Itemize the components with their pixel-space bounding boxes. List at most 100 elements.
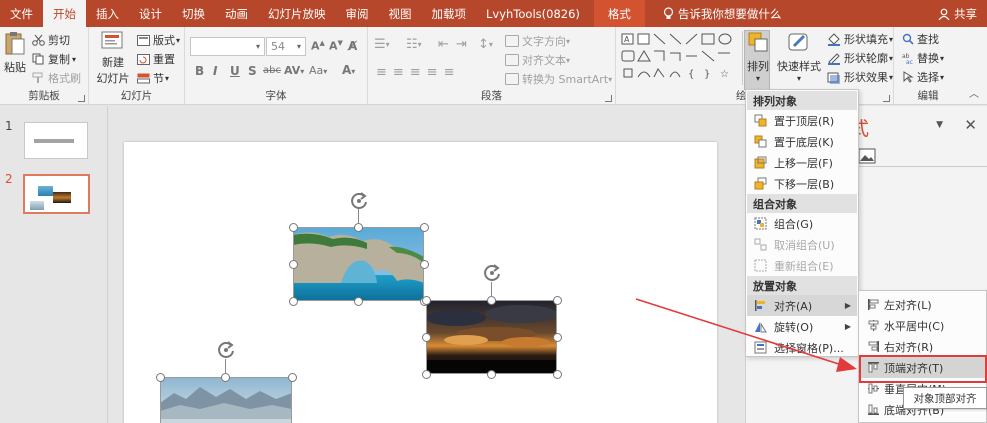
menu-item-bring-forward[interactable]: 上移一层(F) xyxy=(747,152,857,173)
reset-button[interactable]: 重置 xyxy=(137,51,175,67)
line-spacing-button[interactable]: ↕ ▾ xyxy=(478,37,493,52)
arrange-button[interactable]: 排列 ▾ xyxy=(746,31,770,83)
menu-item-ungroup[interactable]: 取消组合(U) xyxy=(747,234,857,255)
font-name-combo[interactable]: ▾ xyxy=(190,37,265,56)
strikethrough-button[interactable]: abc xyxy=(263,65,281,76)
replace-button[interactable]: ab ac 替换 ▾ xyxy=(902,50,944,66)
paragraph-align-buttons[interactable]: ≡≡≡≡≡ xyxy=(376,65,460,80)
tab-addins[interactable]: 加载项 xyxy=(422,0,477,27)
menu-item-regroup[interactable]: 重新组合(E) xyxy=(747,255,857,276)
tab-design[interactable]: 设计 xyxy=(129,0,172,27)
resize-handle[interactable] xyxy=(420,223,429,232)
shapes-gallery[interactable]: A {} ☆ xyxy=(620,31,740,85)
tab-file[interactable]: 文件 xyxy=(0,0,43,27)
tab-animations[interactable]: 动画 xyxy=(215,0,258,27)
align-text-button[interactable]: 对齐文本 ▾ xyxy=(505,52,570,68)
resize-handle[interactable] xyxy=(553,370,562,379)
shape-effects-button[interactable]: 形状效果 ▾ xyxy=(827,69,893,85)
underline-button[interactable]: U xyxy=(230,64,240,78)
tab-review[interactable]: 审阅 xyxy=(336,0,379,27)
slide-thumbnail-2[interactable] xyxy=(23,174,90,214)
resize-handle[interactable] xyxy=(487,370,496,379)
resize-handle[interactable] xyxy=(354,223,363,232)
decrease-indent-button[interactable]: ⇤ xyxy=(438,37,449,52)
align-center-icon xyxy=(868,320,879,331)
chevron-down-icon[interactable]: ▼ xyxy=(936,120,943,130)
menu-item-selection-pane[interactable]: 选择窗格(P)... xyxy=(747,337,857,358)
tab-transitions[interactable]: 切换 xyxy=(172,0,215,27)
font-size-combo[interactable]: 54 ▾ xyxy=(266,37,306,56)
tab-format[interactable]: 格式 xyxy=(593,0,645,27)
resize-handle[interactable] xyxy=(420,260,429,269)
new-slide-button[interactable]: 新建 幻灯片 xyxy=(93,30,133,86)
layout-button[interactable]: 版式 ▾ xyxy=(137,32,180,48)
clipboard-launcher-icon[interactable] xyxy=(78,95,85,102)
resize-handle[interactable] xyxy=(487,296,496,305)
drawing-launcher-icon[interactable] xyxy=(883,95,890,102)
resize-handle[interactable] xyxy=(422,296,431,305)
paste-button[interactable]: 粘贴 xyxy=(2,31,28,75)
clear-format-icon[interactable]: A̸ xyxy=(348,39,357,53)
slide-canvas[interactable] xyxy=(124,142,717,423)
quick-styles-button[interactable]: 快速样式 ▾ xyxy=(774,31,824,83)
bold-button[interactable]: B xyxy=(195,64,204,78)
picture-icon[interactable] xyxy=(858,148,876,164)
select-button[interactable]: 选择 ▾ xyxy=(902,69,944,85)
resize-handle[interactable] xyxy=(156,373,165,382)
char-spacing-button[interactable]: AV▾ xyxy=(284,64,304,77)
close-icon[interactable]: ✕ xyxy=(964,116,977,134)
bullets-button[interactable]: ☰ ▾ xyxy=(374,37,390,52)
menu-item-align[interactable]: 对齐(A) ▶ xyxy=(747,295,857,316)
menu-item-rotate[interactable]: 旋转(O) ▶ xyxy=(747,316,857,337)
numbering-button[interactable]: ☷ ▾ xyxy=(406,37,422,52)
find-button[interactable]: 查找 xyxy=(902,31,939,47)
resize-handle[interactable] xyxy=(422,333,431,342)
menu-item-bring-to-front[interactable]: 置于顶层(R) xyxy=(747,110,857,131)
shrink-font-button[interactable]: A▼ xyxy=(329,39,343,53)
resize-handle[interactable] xyxy=(289,297,298,306)
menu-item-send-to-back[interactable]: 置于底层(K) xyxy=(747,131,857,152)
section-button[interactable]: 节 ▾ xyxy=(137,70,169,86)
copy-button[interactable]: 复制 ▾ xyxy=(32,51,76,67)
smartart-button[interactable]: 转换为 SmartArt ▾ xyxy=(505,71,612,87)
change-case-button[interactable]: Aa▾ xyxy=(309,64,327,77)
resize-handle[interactable] xyxy=(289,260,298,269)
resize-handle[interactable] xyxy=(288,373,297,382)
paragraph-launcher-icon[interactable] xyxy=(605,95,612,102)
rotate-handle-icon[interactable] xyxy=(215,339,237,361)
text-shadow-button[interactable]: S xyxy=(248,64,257,78)
resize-handle[interactable] xyxy=(422,370,431,379)
tab-view[interactable]: 视图 xyxy=(379,0,422,27)
rotate-handle-icon[interactable] xyxy=(481,262,503,284)
resize-handle[interactable] xyxy=(289,223,298,232)
shape-fill-button[interactable]: 形状填充 ▾ xyxy=(827,31,893,47)
menu-item-align-right[interactable]: 右对齐(R) xyxy=(860,336,985,357)
menu-item-group[interactable]: 组合(G) xyxy=(747,213,857,234)
cursor-icon xyxy=(903,71,914,83)
menu-item-align-left[interactable]: 左对齐(L) xyxy=(860,294,985,315)
tab-home[interactable]: 开始 xyxy=(43,0,86,27)
slide-thumbnail-1[interactable] xyxy=(24,122,88,159)
tell-me-box[interactable]: 告诉我你想要做什么 xyxy=(663,0,781,27)
shape-outline-button[interactable]: 形状轮廓 ▾ xyxy=(827,50,893,66)
share-button[interactable]: 共享 xyxy=(938,0,987,27)
resize-handle[interactable] xyxy=(553,296,562,305)
increase-indent-button[interactable]: ⇥ xyxy=(456,37,467,52)
resize-handle[interactable] xyxy=(354,297,363,306)
cut-button[interactable]: 剪切 xyxy=(32,32,70,48)
italic-button[interactable]: I xyxy=(213,64,217,78)
resize-handle[interactable] xyxy=(221,373,230,382)
text-direction-button[interactable]: 文字方向 ▾ xyxy=(505,33,570,49)
menu-item-send-backward[interactable]: 下移一层(B) xyxy=(747,173,857,194)
rotate-handle-icon[interactable] xyxy=(348,190,370,212)
resize-handle[interactable] xyxy=(553,333,562,342)
tab-lvyhtools[interactable]: LvyhTools(0826) xyxy=(476,0,590,27)
grow-font-button[interactable]: A▲ xyxy=(311,39,325,53)
format-painter-button[interactable]: 格式刷 xyxy=(32,70,81,86)
font-color-button[interactable]: A▾ xyxy=(342,63,355,77)
menu-section-header: 排列对象 xyxy=(747,91,857,110)
tab-slideshow[interactable]: 幻灯片放映 xyxy=(258,0,336,27)
menu-item-align-center[interactable]: 水平居中(C) xyxy=(860,315,985,336)
tab-insert[interactable]: 插入 xyxy=(86,0,129,27)
collapse-ribbon-icon[interactable]: ︿ xyxy=(969,85,979,100)
